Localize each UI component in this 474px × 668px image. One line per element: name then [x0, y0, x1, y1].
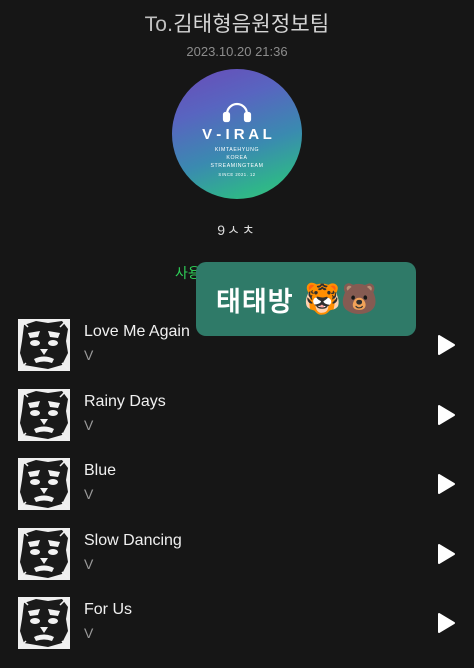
- album-art: [18, 388, 70, 441]
- album-art: [18, 319, 70, 371]
- track-title: Slow Dancing: [84, 531, 182, 549]
- album-art: [18, 597, 70, 649]
- team-logo-art: V - I R A L KIMTAEHYUNG KOREA STREAMINGT…: [202, 102, 272, 177]
- track-artist: V: [84, 347, 94, 363]
- logo-main-text: V - I R A L: [202, 126, 272, 143]
- logo-line3: STREAMINGTEAM: [210, 163, 263, 169]
- header: To.김태형음원정보팀 2023.10.20 21:36: [0, 8, 474, 59]
- play-icon[interactable]: [436, 612, 456, 634]
- album-thumbnail: [18, 458, 70, 510]
- album-art: [18, 458, 70, 510]
- title-prefix: To.: [144, 13, 174, 36]
- play-icon[interactable]: [436, 473, 456, 495]
- track-title: Blue: [84, 462, 117, 479]
- album-thumbnail: [18, 597, 70, 649]
- album-thumbnail: [18, 388, 70, 441]
- album-thumbnail: [18, 527, 70, 580]
- logo-line1: KIMTAEHYUNG: [215, 147, 259, 153]
- toast-emoji: 🐯🐻: [303, 282, 379, 316]
- track-row[interactable]: Rainy Days V: [0, 388, 474, 449]
- track-row[interactable]: Love Me Again V: [0, 319, 474, 379]
- track-title: Love Me Again: [84, 323, 190, 340]
- headphones-icon: [222, 102, 252, 123]
- track-artist: V: [84, 555, 94, 572]
- album-art: [18, 527, 70, 580]
- caption: 9ㅅㅊ: [217, 222, 257, 238]
- track-row[interactable]: Slow Dancing V: [0, 527, 474, 588]
- track-artist: V: [84, 486, 94, 502]
- timestamp: 2023.10.20 21:36: [186, 44, 288, 59]
- track-artist: V: [84, 625, 94, 641]
- page-title: To.김태형음원정보팀: [0, 8, 474, 38]
- track-title: Rainy Days: [84, 392, 166, 410]
- track-row[interactable]: Blue V: [0, 458, 474, 518]
- track-row[interactable]: For Us V: [0, 597, 474, 657]
- logo-line2: KOREA: [226, 155, 247, 161]
- album-thumbnail: [18, 319, 70, 371]
- play-icon[interactable]: [436, 543, 456, 565]
- play-icon[interactable]: [436, 334, 456, 356]
- track-title: For Us: [84, 601, 132, 618]
- title-text: 김태형음원정보팀: [173, 13, 330, 36]
- team-logo: V - I R A L KIMTAEHYUNG KOREA STREAMINGT…: [172, 69, 302, 199]
- track-artist: V: [84, 416, 94, 433]
- play-icon[interactable]: [436, 404, 456, 426]
- logo-since: SINCE 2021. 12: [218, 172, 255, 177]
- toast-text: 태태방: [216, 286, 294, 317]
